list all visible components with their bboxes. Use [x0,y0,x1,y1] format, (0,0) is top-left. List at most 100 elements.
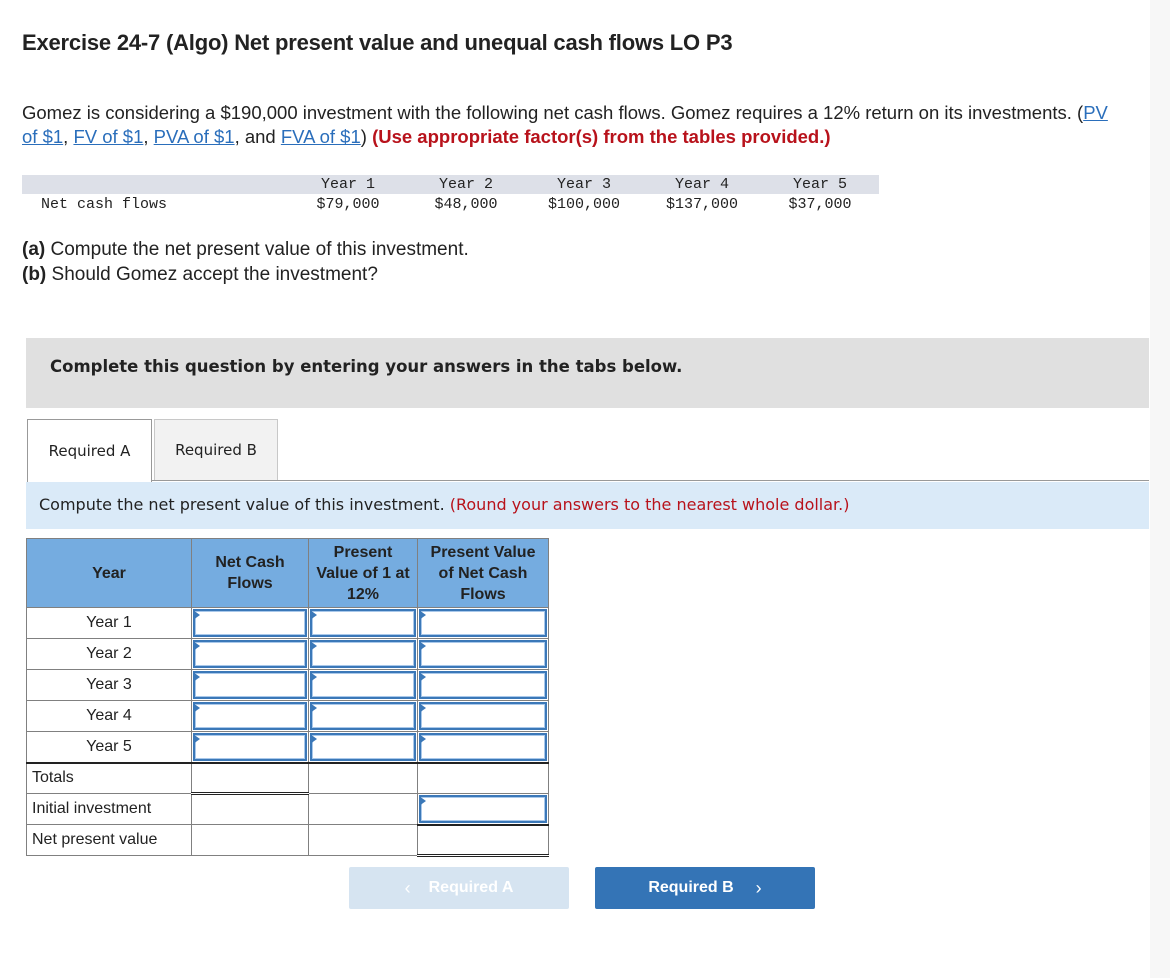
npv-row: Net present value [26,823,549,857]
pv-factor-cell [308,669,418,701]
table-row: Year 2 [26,638,549,670]
tab-divider [152,480,1149,481]
questions: (a) Compute the net present value of thi… [22,237,469,287]
question-a: (a) Compute the net present value of thi… [22,237,469,262]
question-b-label: (b) [22,264,47,285]
input-flag-icon [419,796,426,806]
instructions-banner: Complete this question by entering your … [26,338,1149,408]
npv-header-row: Year Net Cash Flows Present Value of 1 a… [26,538,549,608]
tab-required-a[interactable]: Required A [27,419,152,482]
pv-cash-flow-input[interactable] [421,735,545,759]
year-label: Year 1 [26,607,192,639]
net-cash-flow-input[interactable] [195,735,305,759]
pv-cash-flow-input[interactable] [421,611,545,635]
pv-factor-cell [308,638,418,670]
banner-text: Complete this question by entering your … [50,357,683,376]
question-a-text: Compute the net present value of this in… [45,239,469,260]
next-button-label: Required B [648,879,734,896]
input-flag-icon [419,703,426,713]
year-label: Year 5 [26,731,192,763]
year-label: Year 2 [26,638,192,670]
cash-flows-row-label: Net cash flows [41,195,168,213]
blank-cell [191,824,309,856]
link-fva-of-1[interactable]: FVA of $1 [281,126,361,147]
separator: , [143,126,154,147]
cash-flows-header-blank [22,175,289,194]
pv-factor-input[interactable] [312,704,414,728]
pv-cash-flow-cell [417,638,549,670]
year-label: Year 4 [26,700,192,732]
exercise-title: Exercise 24-7 (Algo) Net present value a… [22,30,733,55]
net-cash-flow-cell [191,731,309,763]
totals-net-cash-flows [191,761,309,795]
pv-factor-input[interactable] [312,735,414,759]
cash-flow-value: $48,000 [434,195,498,213]
net-cash-flow-input[interactable] [195,673,305,697]
question-a-label: (a) [22,239,46,260]
separator: , and [234,126,281,147]
header-pv-factor: Present Value of 1 at 12% [308,538,418,608]
cash-flows-year-header: Year 5 [761,175,879,194]
cash-flow-value: $137,000 [665,195,738,213]
totals-blank [308,761,418,794]
input-flag-icon [419,641,426,651]
next-required-b-button[interactable]: Required B › [595,867,815,909]
input-flag-icon [193,641,200,651]
pv-cash-flow-input[interactable] [421,704,545,728]
table-row: Year 4 [26,700,549,732]
input-flag-icon [419,734,426,744]
totals-row: Totals [26,761,549,795]
intro-text-close: ) [360,126,373,147]
pv-factor-input[interactable] [312,673,414,697]
rounding-note: (Round your answers to the nearest whole… [449,495,850,514]
cash-flows-header-row: Year 1 Year 2 Year 3 Year 4 Year 5 [22,175,879,194]
initial-investment-cell [417,793,549,825]
separator: , [63,126,74,147]
table-row: Year 3 [26,669,549,701]
net-cash-flow-cell [191,638,309,670]
task-instruction-text: Compute the net present value of this in… [39,495,850,514]
prev-required-a-button[interactable]: ‹ Required A [349,867,569,909]
pv-cash-flow-cell [417,731,549,763]
page-right-gutter [1150,0,1170,978]
cash-flow-value: $79,000 [316,195,380,213]
cash-flow-value: $37,000 [788,195,852,213]
chevron-right-icon: › [755,877,762,898]
prev-button-label: Required A [428,879,514,896]
input-flag-icon [193,703,200,713]
totals-pv-cash-flows [417,761,549,794]
input-flag-icon [310,641,317,651]
link-pva-of-1[interactable]: PVA of $1 [154,126,235,147]
cash-flow-value: $100,000 [547,195,620,213]
net-cash-flow-input[interactable] [195,704,305,728]
question-b-text: Should Gomez accept the investment? [46,264,378,285]
pv-cash-flow-input[interactable] [421,673,545,697]
chevron-left-icon: ‹ [404,877,411,898]
header-year: Year [26,538,192,608]
instruction-text: Compute the net present value of this in… [39,495,450,514]
cash-flows-year-header: Year 1 [289,175,407,194]
table-row: Year 1 [26,607,549,639]
link-fv-of-1[interactable]: FV of $1 [73,126,143,147]
cash-flows-table: Year 1 Year 2 Year 3 Year 4 Year 5 Net c… [22,175,879,214]
npv-label: Net present value [26,824,192,856]
pv-cash-flow-cell [417,669,549,701]
pv-cash-flow-input[interactable] [421,642,545,666]
cash-flows-year-header: Year 3 [525,175,643,194]
net-cash-flow-cell [191,669,309,701]
header-pv-cash-flows: Present Value of Net Cash Flows [417,538,549,608]
npv-value [417,823,549,857]
input-flag-icon [419,672,426,682]
pv-factor-cell [308,607,418,639]
pv-factor-cell [308,731,418,763]
pv-factor-input[interactable] [312,642,414,666]
header-net-cash-flows: Net Cash Flows [191,538,309,608]
initial-investment-input[interactable] [421,797,545,821]
input-flag-icon [310,734,317,744]
blank-cell [308,793,418,825]
net-cash-flow-input[interactable] [195,611,305,635]
pv-factor-input[interactable] [312,611,414,635]
net-cash-flow-input[interactable] [195,642,305,666]
input-flag-icon [193,610,200,620]
tab-required-b[interactable]: Required B [154,419,278,480]
